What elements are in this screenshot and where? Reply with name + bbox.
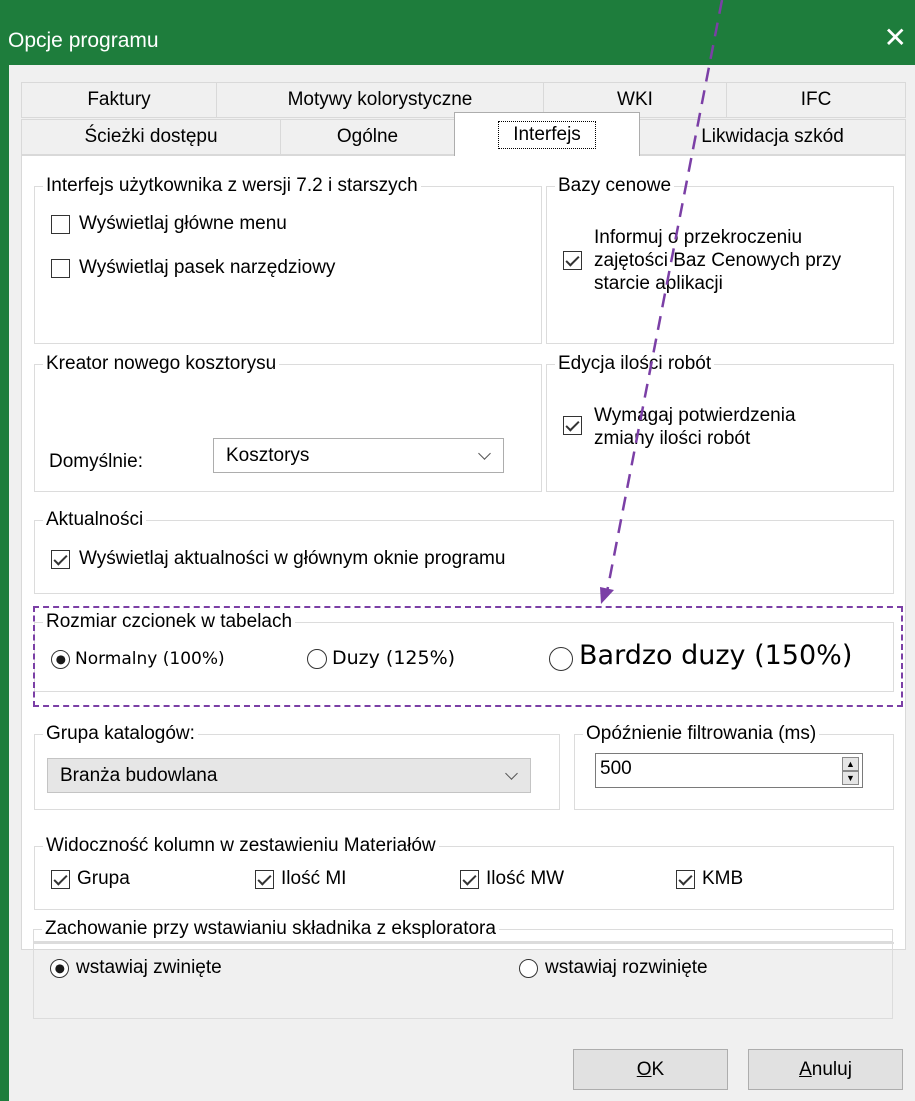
tab-sciezki-dostepu[interactable]: Ścieżki dostępu xyxy=(21,119,281,155)
tab-interfejs[interactable]: Interfejs xyxy=(454,112,640,156)
insert-expanded-radio[interactable] xyxy=(519,959,538,978)
insert-expanded-label[interactable]: wstawiaj rozwinięte xyxy=(545,957,708,979)
tab-faktury[interactable]: Faktury xyxy=(21,82,217,118)
insert-collapsed-radio[interactable] xyxy=(50,959,69,978)
group-insert-behaviour: Zachowanie przy wstawianiu składnika z e… xyxy=(33,918,893,1019)
cancel-button[interactable]: Anuluj xyxy=(748,1049,903,1090)
group-title: Zachowanie przy wstawianiu składnika z e… xyxy=(42,918,499,940)
ib-zg-wrapper: Zachowanie przy wstawianiu składnika z e… xyxy=(33,918,893,1019)
tab-likwidacja-szkod[interactable]: Likwidacja szkód xyxy=(639,119,906,155)
window-title: Opcje programu xyxy=(8,29,159,52)
tab-ogolne[interactable]: Ogólne xyxy=(280,119,455,155)
ib-container xyxy=(21,155,906,950)
title-bar: Opcje programu ✕ xyxy=(0,0,915,65)
insert-collapsed-label[interactable]: wstawiaj zwinięte xyxy=(76,957,222,979)
close-icon[interactable]: ✕ xyxy=(884,24,907,52)
tab-ifc[interactable]: IFC xyxy=(726,82,906,118)
window-left-border xyxy=(0,65,9,1101)
ok-button[interactable]: OK xyxy=(573,1049,728,1090)
